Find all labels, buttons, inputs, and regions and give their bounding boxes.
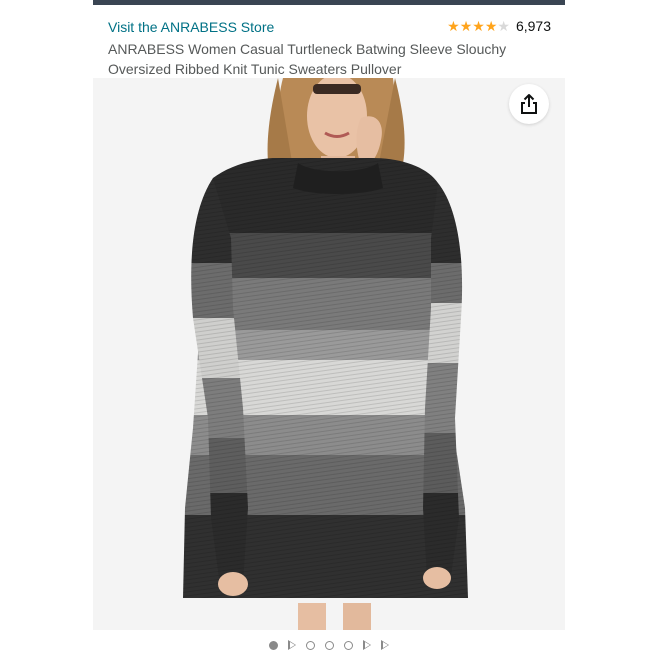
star-empty-icon: ★ <box>497 18 510 34</box>
star-icon: ★ <box>447 18 460 34</box>
star-icon: ★ <box>459 18 473 34</box>
product-title: ANRABESS Women Casual Turtleneck Batwing… <box>108 41 507 77</box>
share-button[interactable] <box>509 84 549 124</box>
product-image[interactable] <box>93 78 565 630</box>
rating-widget[interactable]: ★ ★ ★ ★ ★ 6,973 <box>447 18 551 34</box>
star-icon: ★ <box>472 18 485 34</box>
store-link[interactable]: Visit the ANRABESS Store <box>108 19 274 35</box>
top-bar <box>93 0 565 5</box>
share-icon <box>521 94 537 114</box>
carousel-dot[interactable] <box>306 640 315 650</box>
image-carousel-indicators <box>93 638 565 652</box>
rating-count[interactable]: 6,973 <box>516 18 551 34</box>
carousel-dot[interactable] <box>344 640 353 650</box>
product-card: Visit the ANRABESS Store ★ ★ ★ ★ ★ 6,973… <box>93 0 565 655</box>
star-icon: ★ <box>484 18 498 34</box>
star-rating: ★ ★ ★ ★ ★ <box>447 18 510 34</box>
carousel-dot[interactable] <box>325 640 334 650</box>
video-thumbnail-icon[interactable] <box>363 640 371 650</box>
video-thumbnail-icon[interactable] <box>288 640 296 650</box>
sweater-illustration <box>93 78 565 630</box>
carousel-dot-active[interactable] <box>269 640 278 650</box>
video-thumbnail-icon[interactable] <box>381 640 389 650</box>
